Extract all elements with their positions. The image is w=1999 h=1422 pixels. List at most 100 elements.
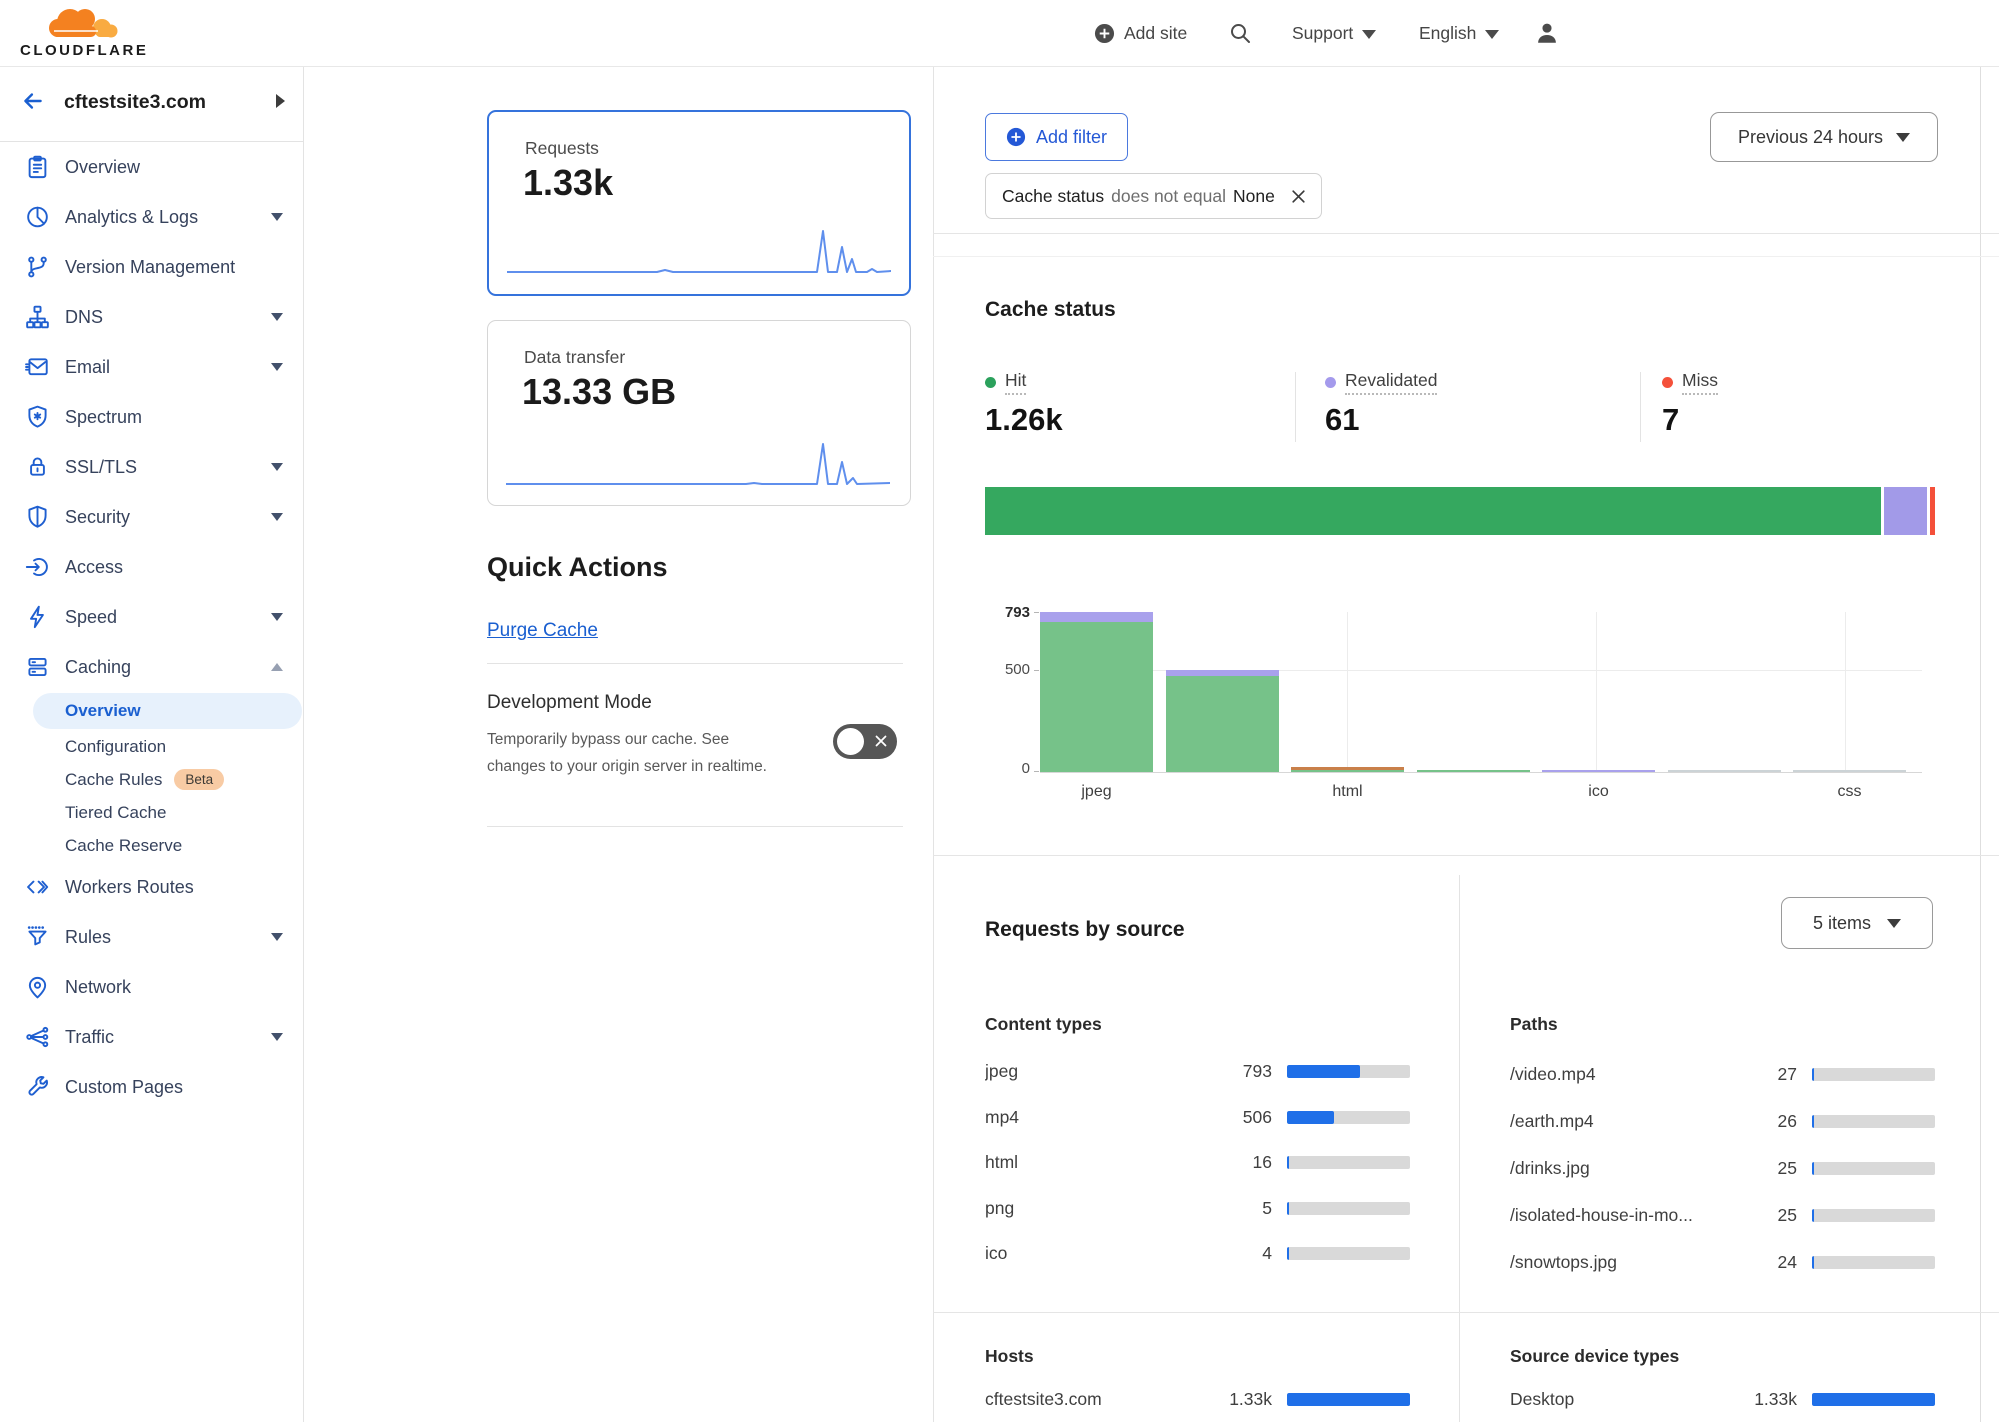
- sidebar-item-speed[interactable]: Speed: [0, 592, 303, 642]
- source-row-label[interactable]: png: [985, 1198, 1014, 1219]
- source-row-bar-fill: [1287, 1156, 1289, 1169]
- code-icon: [24, 874, 51, 901]
- language-menu[interactable]: English: [1419, 0, 1499, 66]
- sidebar-subitem-cache-reserve[interactable]: Cache Reserve: [0, 829, 303, 862]
- sidebar-item-analytics-logs[interactable]: Analytics & Logs: [0, 192, 303, 242]
- sidebar-item-label: Custom Pages: [65, 1077, 183, 1098]
- source-row-bar: [1812, 1115, 1935, 1128]
- sidebar-item-dns[interactable]: DNS: [0, 292, 303, 342]
- sidebar-item-caching[interactable]: Caching: [0, 642, 303, 692]
- development-mode-toggle[interactable]: [833, 724, 897, 759]
- sidebar-subitem-text: Cache Rules: [65, 770, 162, 790]
- sidebar-subitem-cache-rules[interactable]: Cache RulesBeta: [0, 763, 303, 796]
- cache-status-stacked-bar: [985, 487, 1935, 535]
- time-range-dropdown[interactable]: Previous 24 hours: [1710, 112, 1938, 162]
- sidebar-subitem-tiered-cache[interactable]: Tiered Cache: [0, 796, 303, 829]
- source-row-bar-fill: [1812, 1068, 1814, 1081]
- chevron-down-icon: [1485, 30, 1499, 39]
- sidebar-item-spectrum[interactable]: Spectrum: [0, 392, 303, 442]
- source-row-bar-fill: [1812, 1162, 1814, 1175]
- metric-card-requests[interactable]: Requests1.33k: [487, 110, 911, 296]
- plus-circle-icon: [1006, 127, 1026, 147]
- sidebar-item-access[interactable]: Access: [0, 542, 303, 592]
- stat-divider: [1640, 372, 1641, 442]
- legend-dot-icon: [1662, 377, 1673, 388]
- filter-chip[interactable]: Cache status does not equal None: [985, 173, 1322, 219]
- sidebar-item-rules[interactable]: Rules: [0, 912, 303, 962]
- divider: [487, 663, 903, 664]
- column-divider: [1459, 875, 1460, 1422]
- stat-label[interactable]: Revalidated: [1345, 370, 1437, 395]
- sidebar-item-overview[interactable]: Overview: [0, 142, 303, 192]
- chevron-down-icon: [271, 463, 283, 471]
- gridline: [1347, 612, 1348, 772]
- sidebar-item-ssl-tls[interactable]: SSL/TLS: [0, 442, 303, 492]
- scrollbar-track[interactable]: [1980, 0, 1981, 1422]
- requests-by-source-title: Requests by source: [985, 918, 1185, 942]
- source-row-label[interactable]: /snowtops.jpg: [1510, 1252, 1617, 1273]
- source-row-label[interactable]: ico: [985, 1243, 1007, 1264]
- back-arrow-icon[interactable]: [20, 88, 46, 119]
- sidebar-item-label: Overview: [65, 157, 140, 178]
- source-row-label[interactable]: /earth.mp4: [1510, 1111, 1594, 1132]
- stat-label[interactable]: Miss: [1682, 370, 1718, 395]
- source-row-label[interactable]: /video.mp4: [1510, 1064, 1596, 1085]
- sidebar-item-email[interactable]: Email: [0, 342, 303, 392]
- share-icon: [24, 1024, 51, 1051]
- add-site-button[interactable]: Add site: [1094, 0, 1187, 66]
- site-name[interactable]: cftestsite3.com: [64, 91, 206, 114]
- chevron-right-icon[interactable]: [276, 94, 285, 108]
- sidebar-item-custom-pages[interactable]: Custom Pages: [0, 1062, 303, 1112]
- stat-label[interactable]: Hit: [1005, 370, 1026, 395]
- source-row-value: 24: [1677, 1252, 1797, 1273]
- chevron-down-icon: [271, 613, 283, 621]
- metric-card-data-transfer[interactable]: Data transfer13.33 GB: [487, 320, 911, 506]
- source-row-label[interactable]: html: [985, 1152, 1018, 1173]
- support-menu[interactable]: Support: [1292, 0, 1376, 66]
- login-arrow-icon: [24, 554, 51, 581]
- source-row-bar: [1287, 1393, 1410, 1406]
- column-bar: [1040, 622, 1153, 772]
- cloudflare-dashboard: CLOUDFLARE Add site Support English: [0, 0, 1999, 1422]
- source-row-label[interactable]: Desktop: [1510, 1389, 1574, 1410]
- language-label: English: [1419, 23, 1476, 44]
- y-axis-tick: [1034, 612, 1039, 613]
- sidebar-subitem-configuration[interactable]: Configuration: [0, 730, 303, 763]
- add-filter-button[interactable]: Add filter: [985, 113, 1128, 161]
- wrench-icon: [24, 1074, 51, 1101]
- sidebar-item-network[interactable]: Network: [0, 962, 303, 1012]
- x-axis-tick-label: html: [1291, 783, 1404, 801]
- source-row-label[interactable]: /isolated-house-in-mo...: [1510, 1205, 1693, 1226]
- plus-circle-icon: [1094, 23, 1115, 44]
- chevron-down-icon: [271, 1033, 283, 1041]
- source-row-label[interactable]: /drinks.jpg: [1510, 1158, 1590, 1179]
- source-row-value: 1.33k: [1677, 1389, 1797, 1410]
- sidebar-item-label: Rules: [65, 927, 111, 948]
- source-row-bar: [1812, 1393, 1935, 1406]
- source-row-label[interactable]: jpeg: [985, 1061, 1018, 1082]
- purge-cache-link[interactable]: Purge Cache: [487, 620, 598, 642]
- chevron-down-icon: [1896, 133, 1910, 142]
- stat-header: Revalidated: [1325, 370, 1575, 395]
- search-button[interactable]: [1228, 0, 1252, 66]
- sidebar-item-security[interactable]: Security: [0, 492, 303, 542]
- filter-value: None: [1233, 186, 1275, 207]
- stat-value: 61: [1325, 402, 1359, 438]
- source-row-label[interactable]: mp4: [985, 1107, 1019, 1128]
- lightning-icon: [24, 604, 51, 631]
- remove-filter-button[interactable]: [1290, 188, 1307, 205]
- source-row-bar-fill: [1812, 1115, 1814, 1128]
- sidebar-item-version-management[interactable]: Version Management: [0, 242, 303, 292]
- account-menu[interactable]: [1534, 0, 1560, 66]
- sidebar-subitem-label: Overview: [65, 701, 141, 721]
- metric-card-label: Data transfer: [524, 347, 625, 368]
- divider: [933, 855, 1999, 856]
- site-selector-row: cftestsite3.com: [0, 66, 303, 142]
- source-row-label[interactable]: cftestsite3.com: [985, 1389, 1102, 1410]
- source-row-bar-fill: [1812, 1393, 1935, 1406]
- items-count-dropdown[interactable]: 5 items: [1781, 897, 1933, 949]
- sidebar-item-workers-routes[interactable]: Workers Routes: [0, 862, 303, 912]
- sidebar-item-traffic[interactable]: Traffic: [0, 1012, 303, 1062]
- sidebar-subitem-overview[interactable]: Overview: [0, 692, 303, 730]
- stat-hit: Hit1.26k: [985, 370, 1235, 448]
